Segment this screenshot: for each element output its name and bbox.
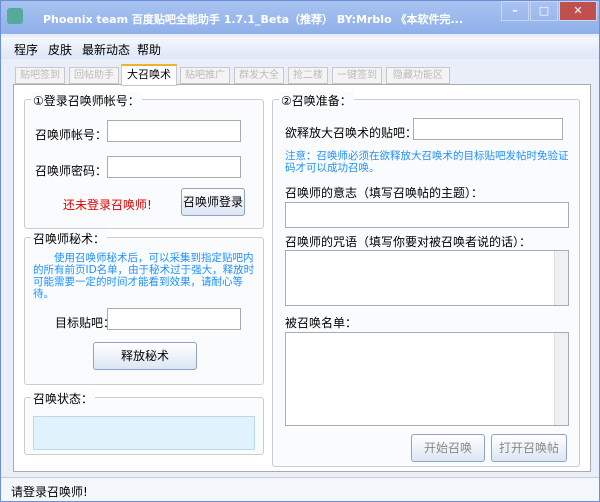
password-label: 召唤师密码： [35,164,108,178]
menu-help[interactable]: 帮助 [137,41,161,58]
app-window: Phoenix team 百度贴吧全能助手 1.7.1_Beta（推荐） BY:… [0,0,600,502]
summon-status-group: 召唤状态： [24,390,264,455]
account-input[interactable] [107,120,241,142]
target-bar-input[interactable] [107,308,241,330]
secret-legend: 召唤师秘术： [31,230,108,247]
secret-group: 召唤师秘术： 使用召唤师秘术后，可以采集到指定贴吧内的所有前页ID名单，由于秘术… [24,230,264,385]
prepare-note: 注意：召唤师必须在欲释放大召唤术的目标贴吧发帖时免验证码才可以成功召唤。 [285,150,569,174]
topic-input[interactable] [285,202,569,228]
tab-7[interactable]: 隐藏功能区 [386,67,450,84]
tab-3[interactable]: 贴吧推广 [180,67,230,84]
tab-4[interactable]: 群发大全 [234,67,284,84]
secret-description: 使用召唤师秘术后，可以采集到指定贴吧内的所有前页ID名单，由于秘术过于强大，释放… [33,252,255,300]
menu-bar: 程序 皮肤 最新动态 帮助 [1,37,599,59]
tab-panel: ①登录召唤师帐号： 召唤师帐号： 召唤师密码： 还未登录召唤师! 召唤师登录 召… [13,84,591,472]
summon-status-legend: 召唤状态： [31,390,96,407]
bar-label: 欲释放大召唤术的贴吧： [285,126,418,140]
account-label: 召唤师帐号： [35,128,108,142]
will-label: 召唤师的意志（填写召唤帖的主题）： [285,186,484,200]
tab-6[interactable]: 一键签到 [332,67,382,84]
prepare-group: ②召唤准备： 欲释放大召唤术的贴吧： 注意：召唤师必须在欲释放大召唤术的目标贴吧… [272,92,580,467]
tab-summon[interactable]: 大召唤术 [121,64,177,86]
release-button[interactable]: 释放秘术 [93,342,197,370]
title-bar: Phoenix team 百度贴吧全能助手 1.7.1_Beta（推荐） BY:… [1,1,599,34]
menu-news[interactable]: 最新动态 [82,41,130,58]
login-group: ①登录召唤师帐号： 召唤师帐号： 召唤师密码： 还未登录召唤师! 召唤师登录 [24,92,264,229]
login-legend: ①登录召唤师帐号： [31,92,142,109]
summon-progress [33,416,255,450]
scrollbar[interactable] [554,251,568,305]
password-input[interactable] [107,156,241,178]
close-button[interactable]: ✕ [559,1,597,21]
summon-list-textarea[interactable] [285,332,569,426]
app-icon [7,8,23,24]
list-label: 被召唤名单： [285,316,358,330]
status-text: 请登录召唤师! [11,485,88,499]
tab-0[interactable]: 贴吧签到 [15,67,65,84]
login-status: 还未登录召唤师! [63,198,152,212]
message-textarea[interactable] [285,250,569,306]
spell-label: 召唤师的咒语（填写你要对被召唤者说的话）： [285,235,532,249]
target-label: 目标贴吧： [55,316,116,330]
scrollbar[interactable] [554,333,568,425]
open-summon-post-button[interactable]: 打开召唤帖 [491,434,567,462]
minimize-button[interactable]: – [501,1,529,21]
menu-skin[interactable]: 皮肤 [48,41,72,58]
status-bar: 请登录召唤师! [1,477,599,501]
tab-1[interactable]: 回帖助手 [69,67,119,84]
menu-program[interactable]: 程序 [14,41,38,58]
window-title: Phoenix team 百度贴吧全能助手 1.7.1_Beta（推荐） BY:… [43,13,464,26]
summon-bar-input[interactable] [413,118,563,140]
login-button[interactable]: 召唤师登录 [181,188,245,216]
start-summon-button[interactable]: 开始召唤 [411,434,485,462]
tab-5[interactable]: 抢二楼 [288,67,328,84]
maximize-button[interactable]: □ [530,1,558,21]
prepare-legend: ②召唤准备： [279,92,354,109]
